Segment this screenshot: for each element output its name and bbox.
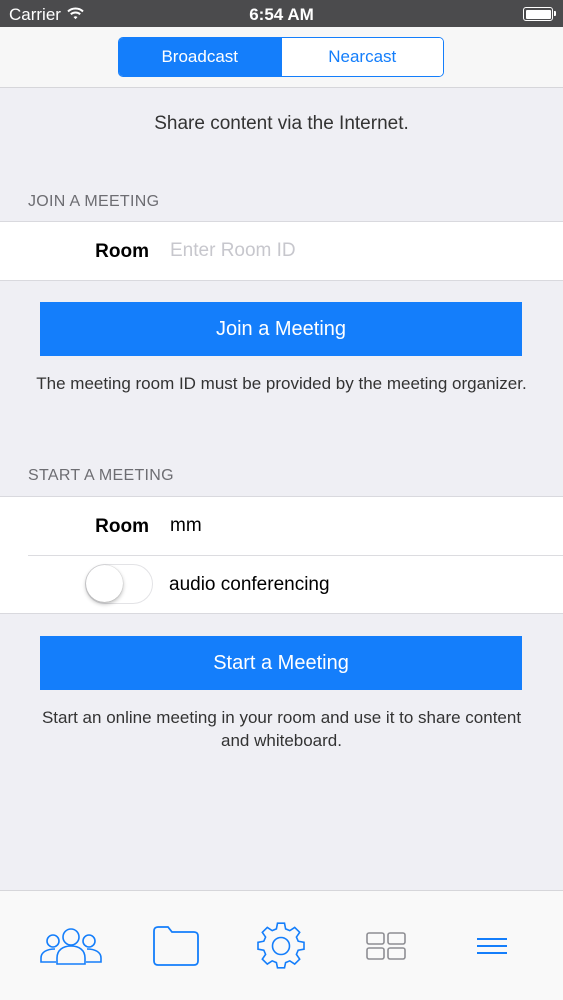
start-room-input[interactable] [170, 509, 530, 543]
start-meeting-group: Room audio conferencing [0, 496, 563, 614]
battery-icon [523, 7, 556, 21]
join-meeting-button[interactable]: Join a Meeting [40, 302, 522, 356]
join-section-header: JOIN A MEETING [28, 193, 160, 210]
join-room-label: Room [95, 241, 149, 262]
join-room-row: Room [0, 222, 563, 280]
join-room-group: Room [0, 221, 563, 281]
start-meeting-button[interactable]: Start a Meeting [40, 636, 522, 690]
audio-conferencing-row: audio conferencing [0, 555, 563, 613]
tab-bar-contacts[interactable] [15, 891, 127, 1000]
status-time: 6:54 AM [249, 5, 314, 24]
mode-description: Share content via the Internet. [154, 113, 409, 134]
start-room-label: Room [95, 516, 149, 537]
toggle-knob [86, 565, 123, 602]
grid-icon [366, 932, 406, 960]
folder-icon [153, 926, 199, 966]
audio-conferencing-label: audio conferencing [169, 574, 330, 595]
gear-icon [257, 922, 305, 969]
mode-segmented-control: Broadcast Nearcast [118, 37, 444, 77]
tab-bar-settings[interactable] [225, 891, 337, 1000]
tab-bar [0, 890, 563, 1000]
menu-icon [477, 938, 507, 954]
audio-conferencing-toggle[interactable] [85, 564, 153, 604]
start-section-header: START A MEETING [28, 467, 174, 484]
app-screen: Carrier 6:54 AM Broadcast Nearcast Share… [0, 0, 563, 1000]
tab-nearcast[interactable]: Nearcast [280, 38, 443, 76]
tab-bar-layout[interactable] [330, 891, 442, 1000]
tab-bar-menu[interactable] [436, 891, 548, 1000]
tab-bar-files[interactable] [120, 891, 232, 1000]
tab-broadcast[interactable]: Broadcast [119, 38, 281, 76]
start-helper-text: Start an online meeting in your room and… [41, 708, 522, 750]
contacts-icon [40, 928, 102, 965]
nav-bar: Broadcast Nearcast [0, 27, 563, 88]
start-room-row: Room [0, 497, 563, 555]
join-helper-text: The meeting room ID must be provided by … [36, 374, 527, 393]
battery-level [525, 9, 551, 19]
join-room-id-input[interactable] [170, 234, 530, 268]
status-bar: Carrier 6:54 AM [0, 0, 563, 27]
